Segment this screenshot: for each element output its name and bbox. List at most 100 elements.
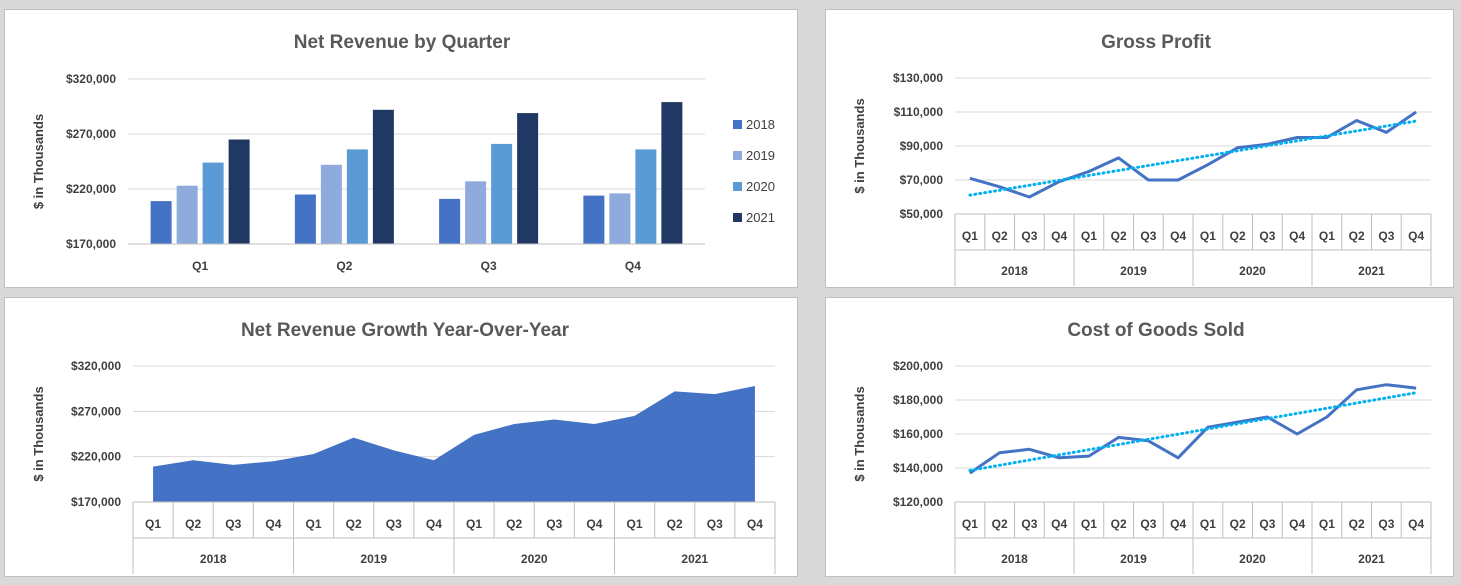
- year-label: 2021: [1358, 264, 1385, 278]
- y-tick-label: $90,000: [900, 139, 944, 153]
- year-label: 2021: [681, 552, 708, 566]
- bar-2020-q3: [491, 143, 513, 244]
- legend-swatch-2021: [733, 213, 742, 222]
- legend-label: 2020: [746, 179, 775, 194]
- area-fill: [153, 385, 755, 502]
- x-tick-label: Q1: [192, 259, 208, 273]
- x-tick-label: Q2: [1111, 229, 1127, 243]
- y-axis-label: $ in Thousands: [852, 386, 867, 481]
- x-tick-label: Q2: [667, 517, 683, 531]
- year-label: 2019: [360, 552, 387, 566]
- legend-swatch-2018: [733, 120, 742, 129]
- x-tick-label: Q2: [1230, 229, 1246, 243]
- gross-profit-panel: Gross Profit $50,000 $70,000 $90,000 $110,00…: [825, 9, 1454, 288]
- x-tick-label: Q1: [466, 517, 482, 531]
- x-tick-label: Q3: [707, 517, 723, 531]
- cost-of-goods-sold-chart: Cost of Goods Sold $120,000 $140,000 $160,0…: [852, 320, 1432, 574]
- bar-2019-q2: [320, 164, 342, 244]
- x-tick-label: Q1: [1200, 517, 1216, 531]
- chart-title: Net Revenue Growth Year-Over-Year: [241, 320, 570, 341]
- year-label: 2020: [1239, 264, 1266, 278]
- x-tick-label: Q2: [1111, 517, 1127, 531]
- x-tick-label: Q1: [627, 517, 643, 531]
- x-tick-label: Q3: [1378, 517, 1394, 531]
- x-tick-label: Q4: [1170, 229, 1186, 243]
- x-tick-label: Q4: [1170, 517, 1186, 531]
- gross-profit-chart: Gross Profit $50,000 $70,000 $90,000 $110,00…: [852, 32, 1432, 286]
- bar-2021-q2: [372, 109, 394, 244]
- net-revenue-growth-panel: Net Revenue Growth Year-Over-Year $170,00…: [4, 297, 798, 577]
- x-tick-label: Q3: [1140, 517, 1156, 531]
- y-tick-label: $170,000: [66, 237, 116, 251]
- year-label: 2019: [1120, 552, 1147, 566]
- series-line: [969, 110, 1417, 199]
- x-tick-label: Q3: [1378, 229, 1394, 243]
- bar-2020-q2: [346, 149, 368, 244]
- x-tick-label: Q4: [265, 517, 281, 531]
- legend-label: 2018: [746, 117, 775, 132]
- x-tick-label: Q3: [546, 517, 562, 531]
- chart-title: Cost of Goods Sold: [1067, 320, 1244, 341]
- cost-of-goods-sold-panel: Cost of Goods Sold $120,000 $140,000 $160,0…: [825, 297, 1454, 577]
- x-tick-label: Q3: [386, 517, 402, 531]
- net-revenue-growth-chart: Net Revenue Growth Year-Over-Year $170,00…: [31, 320, 776, 574]
- bar-2021-q4: [661, 102, 683, 244]
- year-label: 2018: [1001, 264, 1028, 278]
- x-tick-label: Q3: [1259, 229, 1275, 243]
- x-tick-label: Q3: [1140, 229, 1156, 243]
- y-axis-label: $ in Thousands: [852, 98, 867, 193]
- y-tick-label: $130,000: [893, 71, 943, 85]
- y-axis-label: $ in Thousands: [31, 386, 46, 481]
- y-tick-label: $220,000: [71, 450, 121, 464]
- x-tick-label: Q3: [225, 517, 241, 531]
- x-tick-label: Q2: [1349, 517, 1365, 531]
- x-tick-label: Q2: [992, 517, 1008, 531]
- y-tick-label: $170,000: [71, 495, 121, 509]
- y-axis-label: $ in Thousands: [31, 114, 46, 209]
- y-tick-label: $320,000: [71, 359, 121, 373]
- bar-2018-q1: [150, 201, 172, 244]
- bar-2020-q1: [202, 162, 224, 244]
- y-tick-label: $180,000: [893, 393, 943, 407]
- x-tick-label: Q1: [962, 517, 978, 531]
- trendline: [968, 119, 1418, 197]
- bar-2019-q4: [609, 193, 631, 244]
- x-tick-label: Q1: [1081, 517, 1097, 531]
- x-tick-label: Q1: [1200, 229, 1216, 243]
- x-tick-label: Q3: [481, 259, 497, 273]
- series-line: [969, 383, 1417, 475]
- legend-label: 2019: [746, 148, 775, 163]
- y-tick-label: $50,000: [900, 207, 944, 221]
- bar-2021-q1: [228, 139, 250, 244]
- x-tick-label: Q4: [747, 517, 763, 531]
- bar-2018-q3: [439, 198, 461, 244]
- chart-title: Gross Profit: [1101, 32, 1211, 53]
- x-tick-label: Q3: [1021, 517, 1037, 531]
- y-tick-label: $110,000: [894, 105, 944, 119]
- y-tick-label: $200,000: [893, 359, 943, 373]
- bar-2018-q4: [583, 195, 605, 244]
- bar-2020-q4: [635, 149, 657, 244]
- chart-title: Net Revenue by Quarter: [294, 32, 511, 53]
- year-label: 2018: [1001, 552, 1028, 566]
- y-tick-label: $160,000: [893, 427, 943, 441]
- y-tick-label: $320,000: [66, 72, 116, 86]
- x-tick-label: Q4: [1289, 517, 1305, 531]
- x-tick-label: Q2: [346, 517, 362, 531]
- x-tick-label: Q2: [506, 517, 522, 531]
- bar-2018-q2: [294, 194, 316, 244]
- x-tick-label: Q3: [1021, 229, 1037, 243]
- year-label: 2020: [521, 552, 548, 566]
- x-tick-label: Q2: [1349, 229, 1365, 243]
- trendline: [968, 391, 1418, 472]
- legend-swatch-2019: [733, 151, 742, 160]
- net-revenue-by-quarter-chart: Net Revenue by Quarter $170,000 $220,000 $2…: [31, 32, 775, 273]
- bar-2021-q3: [517, 113, 539, 244]
- legend-swatch-2020: [733, 182, 742, 191]
- x-tick-label: Q1: [1319, 229, 1335, 243]
- bar-2019-q3: [465, 181, 487, 244]
- x-tick-label: Q4: [1289, 229, 1305, 243]
- x-tick-label: Q4: [426, 517, 442, 531]
- y-tick-label: $220,000: [66, 182, 116, 196]
- x-tick-label: Q1: [962, 229, 978, 243]
